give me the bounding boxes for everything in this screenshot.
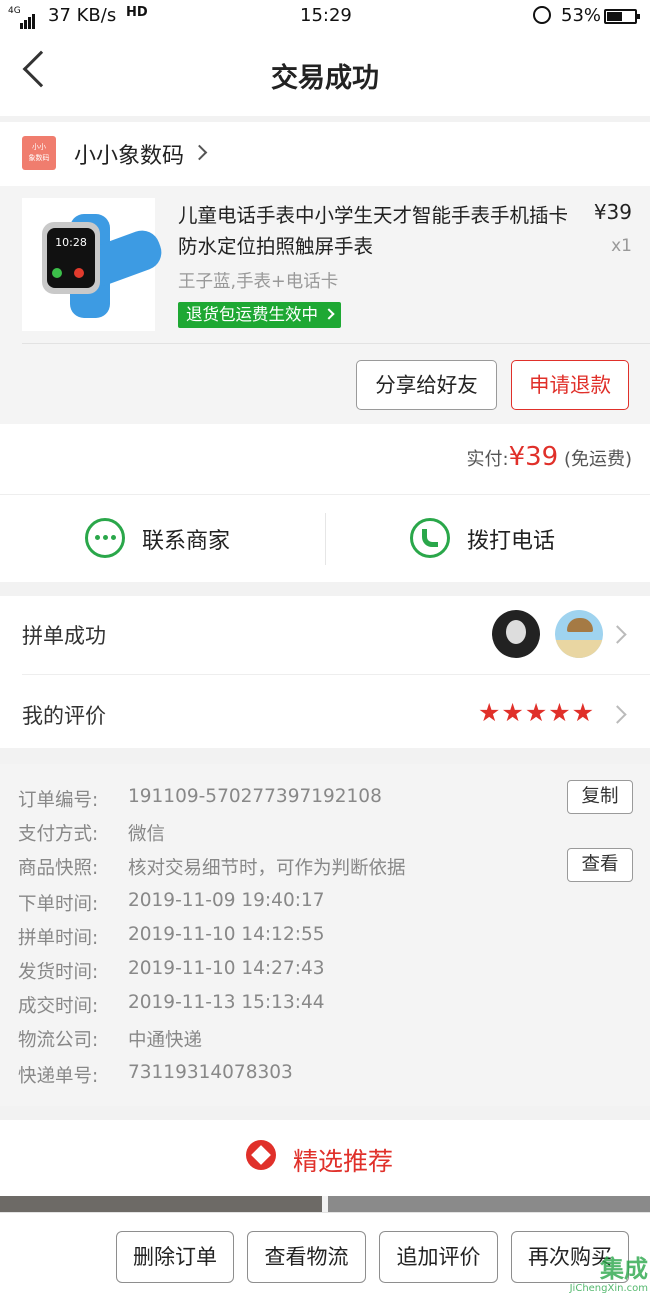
- product-spec: 王子蓝,手表+电话卡: [178, 272, 339, 292]
- chevron-right-icon: [323, 307, 335, 320]
- call-button[interactable]: [410, 518, 450, 558]
- payment-amount: ¥39: [508, 442, 559, 472]
- badge-label: 退货包运费生效中: [186, 305, 318, 324]
- signal-icon: [20, 8, 36, 29]
- chevron-right-icon: [608, 705, 627, 724]
- my-review-label[interactable]: 我的评价: [22, 700, 106, 730]
- tracking-number-value: 73119314078303: [128, 1062, 293, 1083]
- avatar[interactable]: [492, 610, 540, 658]
- order-number-value: 191109-570277397192108: [128, 786, 382, 807]
- product-quantity: x1: [611, 236, 632, 256]
- battery-icon: [604, 9, 640, 24]
- rating-stars: ★★★★★: [478, 698, 596, 727]
- deal-time-label: 成交时间:: [18, 996, 99, 1017]
- divider: [325, 513, 326, 565]
- divider: [22, 674, 650, 675]
- group-success-label[interactable]: 拼单成功: [22, 620, 106, 650]
- order-time-value: 2019-11-09 19:40:17: [128, 890, 325, 911]
- shop-row[interactable]: 小小 象数码 小小象数码: [0, 122, 650, 186]
- phone-icon: [410, 518, 450, 558]
- product-title[interactable]: 儿童电话手表中小学生天才智能手表手机插卡防水定位拍照触屏手表: [178, 200, 578, 262]
- recommend-label: 精选推荐: [293, 1147, 394, 1176]
- payment-row: 实付:¥39 (免运费): [0, 424, 650, 494]
- alarm-icon: [533, 6, 551, 24]
- refund-button[interactable]: 申请退款: [511, 360, 629, 410]
- group-review-section: 拼单成功 我的评价 ★★★★★: [0, 596, 650, 748]
- call-label[interactable]: 拨打电话: [467, 523, 555, 555]
- call-hd-icon: HD: [126, 5, 148, 20]
- payment-label: 实付:: [466, 449, 509, 470]
- watermark-url: JiChengXin.com: [569, 1283, 648, 1294]
- answer-icon: [52, 268, 62, 278]
- shop-name[interactable]: 小小象数码: [74, 138, 184, 170]
- divider: [22, 343, 650, 344]
- share-button[interactable]: 分享给好友: [356, 360, 497, 410]
- recommend-header: 精选推荐: [0, 1120, 650, 1196]
- clock: 15:29: [300, 5, 352, 26]
- payment-method-value: 微信: [128, 824, 166, 845]
- view-snapshot-button[interactable]: 查看: [567, 848, 633, 882]
- group-time-value: 2019-11-10 14:12:55: [128, 924, 325, 945]
- courier-value: 中通快递: [128, 1030, 203, 1051]
- avatar[interactable]: [555, 610, 603, 658]
- deal-time-value: 2019-11-13 15:13:44: [128, 992, 325, 1013]
- product-card[interactable]: 10:28 儿童电话手表中小学生天才智能手表手机插卡防水定位拍照触屏手表 ¥39…: [0, 186, 650, 424]
- tracking-number-label: 快递单号:: [18, 1066, 99, 1087]
- network-speed: 37 KB/s: [48, 5, 117, 26]
- bottom-action-bar: 删除订单 查看物流 追加评价 再次购买 集成 JiChengXin.com: [0, 1212, 650, 1300]
- order-number-label: 订单编号:: [18, 790, 99, 811]
- group-time-label: 拼单时间:: [18, 928, 99, 949]
- view-logistics-button[interactable]: 查看物流: [247, 1231, 366, 1283]
- add-review-button[interactable]: 追加评价: [379, 1231, 498, 1283]
- shop-logo: 小小 象数码: [22, 136, 56, 170]
- return-shipping-badge[interactable]: 退货包运费生效中: [178, 302, 342, 328]
- watermark-name: 集成: [600, 1255, 648, 1283]
- status-bar: 4G 37 KB/s HD 15:29 53%: [0, 0, 650, 34]
- delete-order-button[interactable]: 删除订单: [116, 1231, 234, 1283]
- ship-time-label: 发货时间:: [18, 962, 99, 983]
- courier-label: 物流公司:: [18, 1030, 99, 1051]
- network-type: 4G: [8, 6, 21, 16]
- watch-screen: 10:28: [47, 228, 95, 288]
- shipping-note: (免运费): [563, 449, 632, 470]
- copy-button[interactable]: 复制: [567, 780, 633, 814]
- contact-row: 联系商家 拨打电话: [0, 494, 650, 582]
- recommend-icon: [246, 1140, 276, 1170]
- chat-icon: [85, 518, 125, 558]
- battery-percent: 53%: [561, 5, 602, 26]
- page-title: 交易成功: [271, 63, 379, 94]
- chevron-right-icon: [191, 144, 208, 161]
- hangup-icon: [74, 268, 84, 278]
- order-info: 订单编号: 191109-570277397192108 复制 支付方式: 微信…: [0, 764, 650, 1106]
- snapshot-value: 核对交易细节时，可作为判断依据: [128, 858, 406, 879]
- order-time-label: 下单时间:: [18, 894, 99, 915]
- payment-method-label: 支付方式:: [18, 824, 99, 845]
- snapshot-label: 商品快照:: [18, 858, 99, 879]
- chevron-right-icon: [608, 625, 627, 644]
- ship-time-value: 2019-11-10 14:27:43: [128, 958, 325, 979]
- product-price: ¥39: [593, 200, 632, 224]
- nav-bar: 交易成功: [0, 34, 650, 116]
- contact-merchant-label[interactable]: 联系商家: [142, 523, 230, 555]
- watermark-logo: 集成 JiChengXin.com: [533, 1255, 648, 1297]
- product-image[interactable]: 10:28: [22, 198, 167, 331]
- contact-merchant-button[interactable]: [85, 518, 125, 558]
- payment-summary: 实付:¥39 (免运费): [467, 442, 633, 472]
